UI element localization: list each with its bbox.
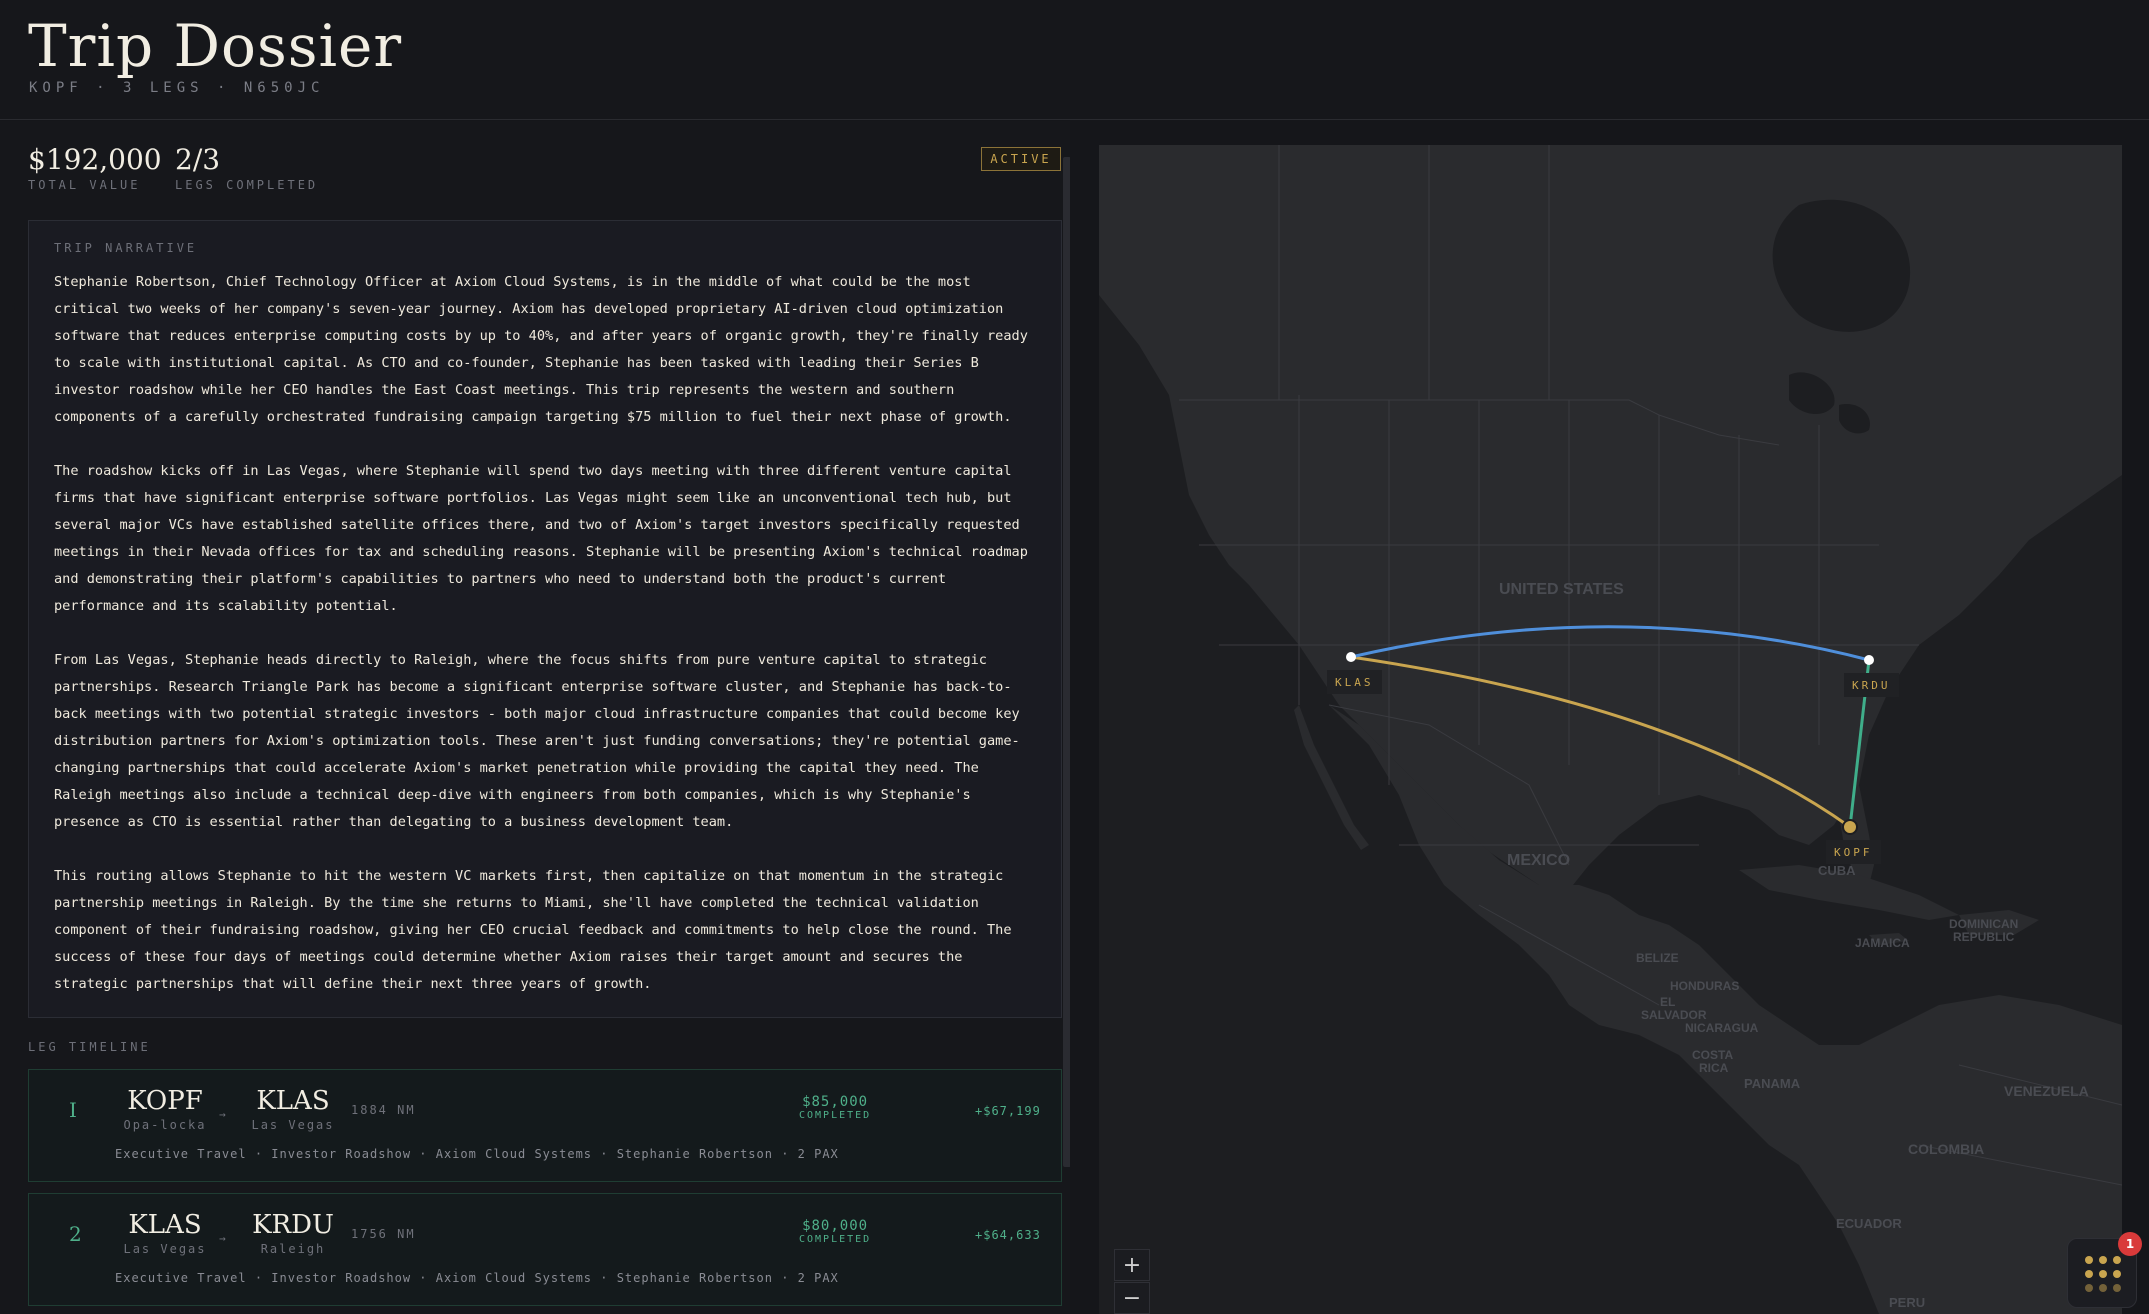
narrative-paragraph: Stephanie Robertson, Chief Technology Of… <box>54 274 1028 425</box>
legs-completed-label: LEGS COMPLETED <box>175 178 319 192</box>
origin-code: KLAS <box>128 1210 202 1240</box>
grid-dot-icon <box>2085 1270 2093 1278</box>
map-label-rica: RICA <box>1699 1061 1729 1075</box>
price-value: $80,000 <box>802 1218 869 1234</box>
leg-card-1[interactable]: I KOPF Opa-locka → KLAS Las Vegas 1884 N… <box>28 1069 1062 1182</box>
legs-completed: 2/3 <box>175 143 221 176</box>
leg-distance: 1756 NM <box>351 1227 416 1241</box>
map-label-dominican: DOMINICAN <box>1949 917 2019 931</box>
leg-number: 2 <box>69 1222 82 1246</box>
map-label-mexico: MEXICO <box>1507 852 1571 869</box>
map-label-colombia: COLOMBIA <box>1908 1141 1985 1157</box>
destination-city: Raleigh <box>260 1242 326 1256</box>
destination-city: Las Vegas <box>251 1118 335 1132</box>
route-arrow-icon: → <box>219 1108 226 1121</box>
status-badge: ACTIVE <box>981 147 1061 171</box>
map-label-nicaragua: NICARAGUA <box>1685 1021 1759 1035</box>
panel-scrollbar[interactable] <box>1063 157 1070 1167</box>
origin-code: KOPF <box>127 1086 203 1116</box>
grid-dot-icon <box>2085 1284 2093 1292</box>
trip-narrative: TRIP NARRATIVE Stephanie Robertson, Chie… <box>28 220 1062 1018</box>
origin-city: Opa-locka <box>123 1118 207 1132</box>
total-value-label: TOTAL VALUE <box>28 178 141 192</box>
klas-pin-icon[interactable] <box>1346 652 1356 662</box>
total-value: $192,000 <box>28 143 162 176</box>
grid-dot-icon <box>2113 1256 2121 1264</box>
map-label-peru: PERU <box>1889 1295 1926 1310</box>
kopf-pin-icon[interactable] <box>1842 819 1858 835</box>
trip-subtitle: KOPF · 3 LEGS · N650JC <box>29 80 325 96</box>
leg-status: COMPLETED <box>799 1234 872 1245</box>
leg-description: Executive Travel · Investor Roadshow · A… <box>115 1147 839 1161</box>
map-label-jamaica: JAMAICA <box>1855 936 1910 950</box>
leg-status: COMPLETED <box>799 1110 872 1121</box>
map-label-panama: PANAMA <box>1744 1076 1801 1091</box>
zoom-in-button[interactable]: + <box>1114 1249 1150 1281</box>
krdu-pin-icon[interactable] <box>1864 655 1874 665</box>
grid-dot-icon <box>2113 1270 2121 1278</box>
krdu-pin-label: KRDU <box>1844 673 1899 697</box>
leg-timeline-label: LEG TIMELINE <box>28 1040 151 1054</box>
map-label-ecuador: ECUADOR <box>1836 1216 1902 1231</box>
page-title: Trip Dossier <box>28 12 403 80</box>
map-label-costa: COSTA <box>1692 1048 1734 1062</box>
narrative-title: TRIP NARRATIVE <box>54 241 198 255</box>
leg-price: $80,000 COMPLETED <box>799 1218 871 1245</box>
price-value: $85,000 <box>802 1094 869 1110</box>
route-arrow-icon: → <box>219 1232 226 1245</box>
leg-margin: +$64,633 <box>975 1228 1041 1242</box>
legs-completed-stat: 2/3 LEGS COMPLETED <box>175 143 318 192</box>
page-header: Trip Dossier KOPF · 3 LEGS · N650JC <box>0 0 2149 120</box>
map-canvas[interactable] <box>1099 145 2122 1314</box>
map-label-united-states: UNITED STATES <box>1499 581 1624 598</box>
total-value-stat: $192,000 TOTAL VALUE <box>28 143 162 192</box>
zoom-out-button[interactable]: − <box>1114 1282 1150 1314</box>
grid-dot-icon <box>2099 1284 2107 1292</box>
map-label-cuba: CUBA <box>1818 863 1856 878</box>
destination-code: KRDU <box>252 1210 334 1240</box>
map-label-honduras: HONDURAS <box>1670 979 1740 993</box>
leg-card-2[interactable]: 2 KLAS Las Vegas → KRDU Raleigh 1756 NM … <box>28 1193 1062 1306</box>
leg-number: I <box>69 1098 77 1122</box>
origin-city: Las Vegas <box>123 1242 207 1256</box>
leg-destination: KLAS Las Vegas <box>243 1086 343 1132</box>
narrative-paragraph: From Las Vegas, Stephanie heads directly… <box>54 652 1020 830</box>
narrative-paragraph: The roadshow kicks off in Las Vegas, whe… <box>54 463 1028 614</box>
grid-dot-icon <box>2099 1270 2107 1278</box>
grid-dot-icon <box>2085 1256 2093 1264</box>
grid-dot-icon <box>2113 1284 2121 1292</box>
leg-origin: KLAS Las Vegas <box>115 1210 215 1256</box>
map-label-el: EL <box>1660 995 1676 1009</box>
klas-pin-label: KLAS <box>1327 670 1382 694</box>
leg-destination: KRDU Raleigh <box>243 1210 343 1256</box>
map-label-belize: BELIZE <box>1636 951 1679 965</box>
leg-distance: 1884 NM <box>351 1103 416 1117</box>
destination-code: KLAS <box>256 1086 330 1116</box>
leg-price: $85,000 COMPLETED <box>799 1094 871 1121</box>
notification-badge: 1 <box>2118 1232 2142 1256</box>
trip-details-panel: $192,000 TOTAL VALUE 2/3 LEGS COMPLETED … <box>0 121 1070 1314</box>
grid-dot-icon <box>2099 1256 2107 1264</box>
narrative-paragraph: This routing allows Stephanie to hit the… <box>54 868 1012 992</box>
leg-origin: KOPF Opa-locka <box>115 1086 215 1132</box>
leg-margin: +$67,199 <box>975 1104 1041 1118</box>
map-label-republic: REPUBLIC <box>1953 930 2015 944</box>
route-map[interactable]: KLAS KRDU KOPF UNITED STATES MEXICO CUBA… <box>1099 145 2122 1314</box>
kopf-pin-label: KOPF <box>1826 840 1881 864</box>
map-label-salvador: SALVADOR <box>1641 1008 1707 1022</box>
leg-description: Executive Travel · Investor Roadshow · A… <box>115 1271 839 1285</box>
map-label-venezuela: VENEZUELA <box>2004 1083 2089 1099</box>
